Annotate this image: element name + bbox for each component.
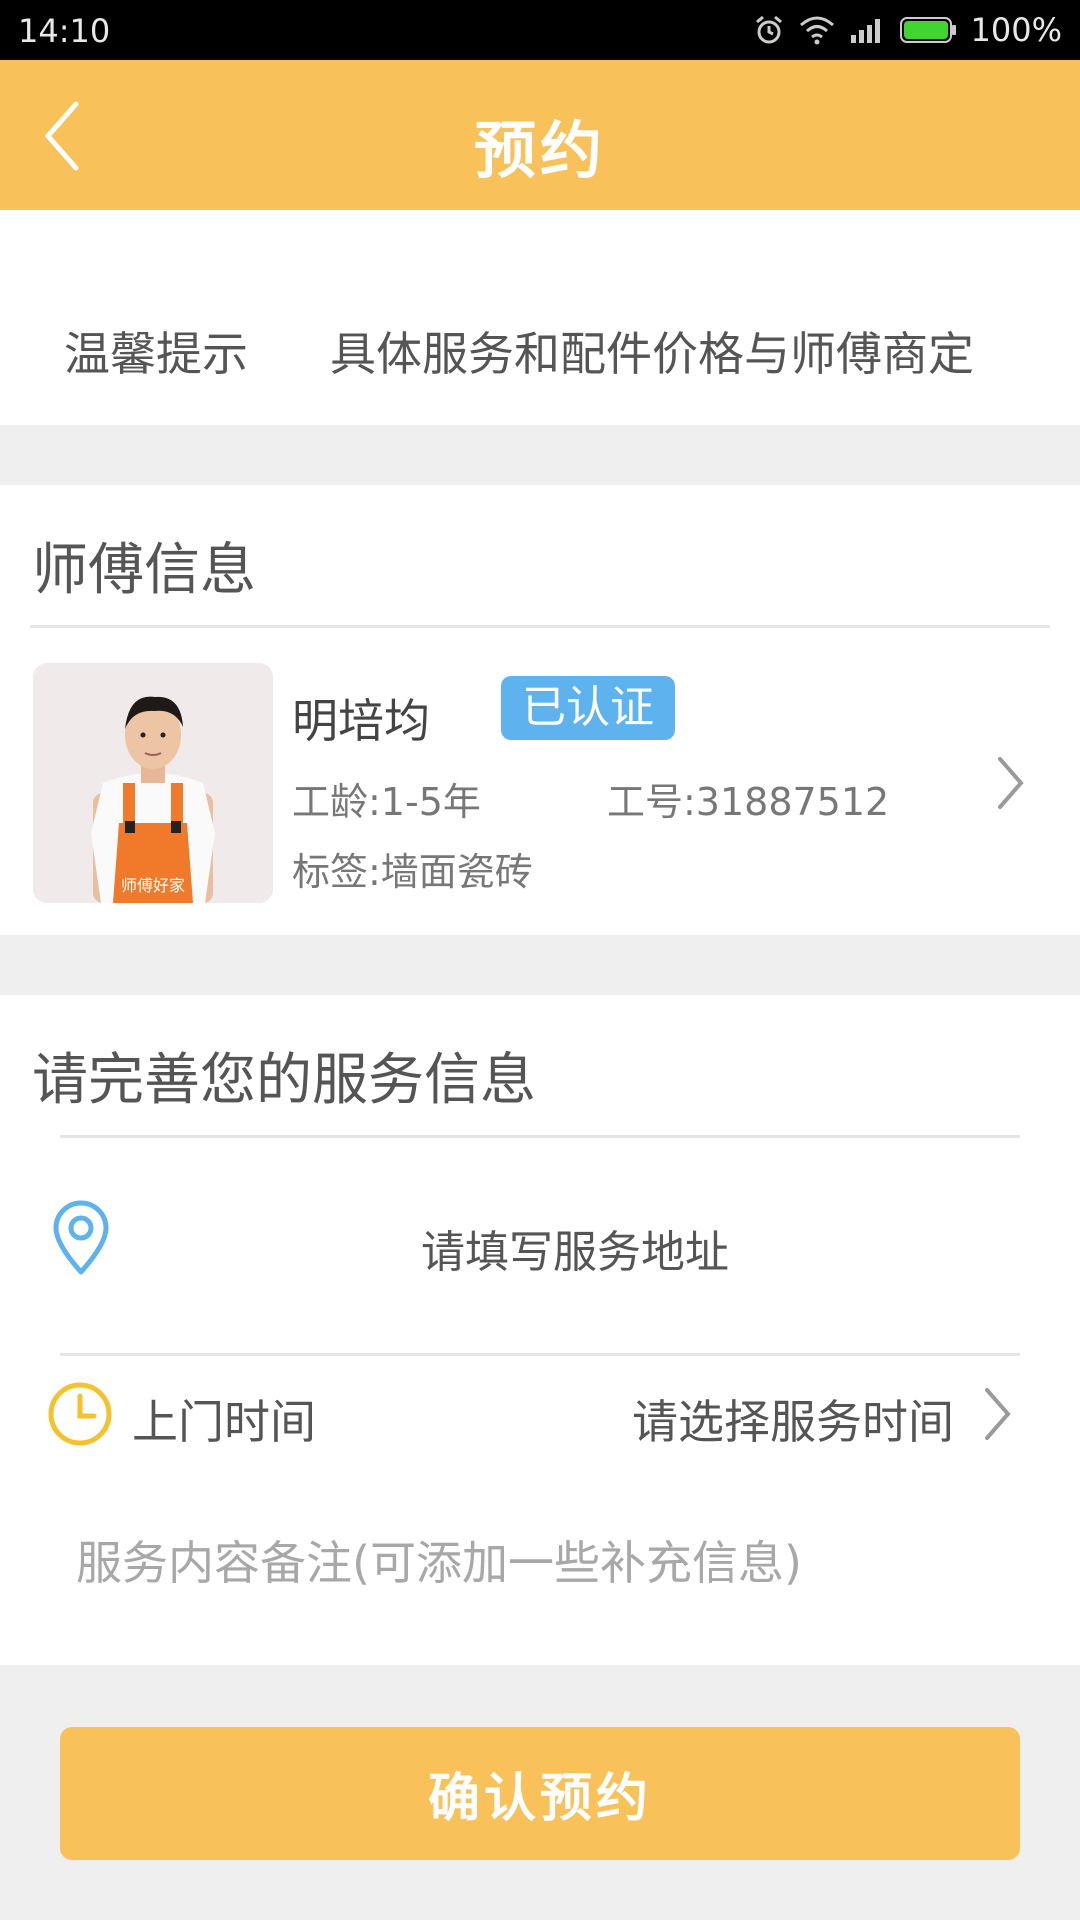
alarm-icon (755, 15, 782, 44)
master-name: 明培均 (292, 694, 430, 748)
battery-percent: 100% (970, 11, 1062, 49)
service-address-row[interactable]: 请填写服务地址 (0, 1138, 1080, 1348)
master-section-title: 师傅信息 (32, 538, 256, 603)
status-bar: 14:10 100% (0, 0, 1080, 60)
header-bar: 预约 (0, 60, 1080, 210)
tip-label: 温馨提示 (64, 327, 248, 381)
battery-icon (899, 17, 956, 43)
screen: 14:10 100% 预约 温馨提示 具体服务和配件价格与师傅商定 师傅信息 师… (0, 0, 1080, 1920)
avatar-photo-illustration: 师傅好家 (33, 663, 273, 903)
service-info-card: 请完善您的服务信息 请填写服务地址 上门时间 请选择服务时间 (0, 995, 1080, 1665)
status-icons: 100% (753, 10, 1062, 50)
clock-icon (48, 1382, 112, 1446)
service-section-title: 请完善您的服务信息 (32, 1048, 536, 1113)
signal-icon (850, 19, 880, 43)
wifi-icon (799, 16, 834, 45)
service-time-label: 上门时间 (132, 1395, 316, 1449)
divider (30, 625, 1050, 628)
master-work-age: 工龄:1-5年 (292, 780, 481, 824)
chevron-right-icon (985, 1388, 1011, 1440)
service-remark-input[interactable] (76, 1528, 996, 1598)
service-address-placeholder: 请填写服务地址 (421, 1227, 729, 1278)
status-time: 14:10 (18, 12, 111, 50)
service-time-placeholder: 请选择服务时间 (632, 1395, 954, 1449)
page-title: 预约 (473, 114, 606, 187)
tip-card: 温馨提示 具体服务和配件价格与师傅商定 (0, 210, 1080, 425)
tip-text: 具体服务和配件价格与师傅商定 (330, 327, 974, 381)
master-info-card[interactable]: 师傅信息 师傅好家 明培均 已认证 工龄:1-5年 工号:31887512 标签… (0, 485, 1080, 935)
master-tags: 标签:墙面瓷砖 (292, 850, 533, 894)
vest-text: 师傅好家 (121, 876, 185, 895)
master-work-id: 工号:31887512 (607, 780, 890, 824)
confirm-booking-button[interactable]: 确认预约 (60, 1727, 1020, 1860)
service-time-row[interactable]: 上门时间 请选择服务时间 (0, 1356, 1080, 1496)
verified-badge: 已认证 (501, 676, 675, 740)
master-avatar: 师傅好家 (33, 663, 273, 903)
chevron-right-icon[interactable] (995, 755, 1025, 811)
